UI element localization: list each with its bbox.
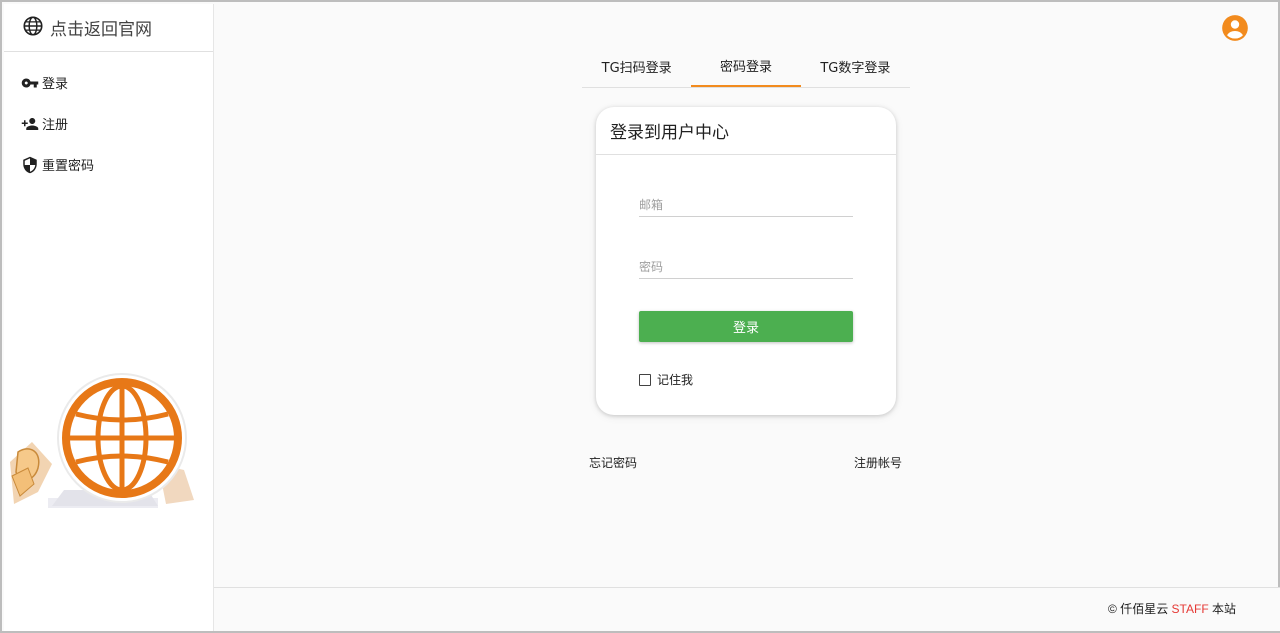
globe-icon: [22, 15, 44, 41]
shield-icon: [20, 155, 40, 175]
sidebar-item-register[interactable]: 注册: [4, 103, 213, 144]
copyright-symbol: ©: [1108, 602, 1117, 616]
login-method-tabs: TG扫码登录 密码登录 TG数字登录: [582, 46, 910, 88]
register-account-link[interactable]: 注册帐号: [854, 454, 902, 471]
sidebar: 点击返回官网 登录 注册 重置密码: [4, 4, 214, 631]
footer-copyright: © 仟佰星云 STAFF 本站: [1108, 600, 1242, 617]
account-circle-icon: [1221, 15, 1249, 46]
account-menu-button[interactable]: [1221, 14, 1249, 42]
remember-me-checkbox[interactable]: 记住我: [639, 371, 693, 388]
brand-label: 点击返回官网: [50, 20, 152, 40]
footer-company: 仟佰星云: [1120, 602, 1169, 616]
key-icon: [20, 73, 40, 93]
footer-staff-link[interactable]: STAFF: [1172, 602, 1209, 616]
footer-suffix: 本站: [1212, 602, 1237, 616]
email-input[interactable]: [639, 187, 853, 216]
login-card: 登录到用户中心 登录 记住我: [596, 107, 896, 415]
password-field: [639, 249, 853, 279]
login-button[interactable]: 登录: [639, 311, 853, 342]
sidebar-item-label: 重置密码: [42, 159, 95, 174]
tab-password-login[interactable]: 密码登录: [691, 46, 801, 87]
email-field: [639, 187, 853, 217]
mascot-illustration: [8, 372, 198, 508]
sidebar-item-login[interactable]: 登录: [4, 62, 213, 103]
tab-tg-qr-login[interactable]: TG扫码登录: [582, 46, 691, 87]
checkbox-box[interactable]: [639, 373, 651, 386]
app-window: 点击返回官网 登录 注册 重置密码 TG扫码登录 密码登录 TG数字登录 登录到…: [0, 0, 1280, 633]
password-input[interactable]: [639, 249, 853, 278]
footer: © 仟佰星云 STAFF 本站: [214, 587, 1280, 631]
back-to-official-site-link[interactable]: 点击返回官网: [4, 4, 213, 52]
card-title: 登录到用户中心: [596, 107, 896, 155]
remember-me-label: 记住我: [657, 373, 694, 387]
tab-tg-code-login[interactable]: TG数字登录: [801, 46, 910, 87]
forgot-password-link[interactable]: 忘记密码: [589, 454, 637, 471]
sidebar-item-label: 注册: [42, 118, 69, 133]
person-add-icon: [20, 114, 40, 134]
sidebar-item-label: 登录: [42, 77, 69, 92]
sidebar-nav: 登录 注册 重置密码: [4, 52, 213, 185]
sidebar-item-reset-password[interactable]: 重置密码: [4, 144, 213, 185]
